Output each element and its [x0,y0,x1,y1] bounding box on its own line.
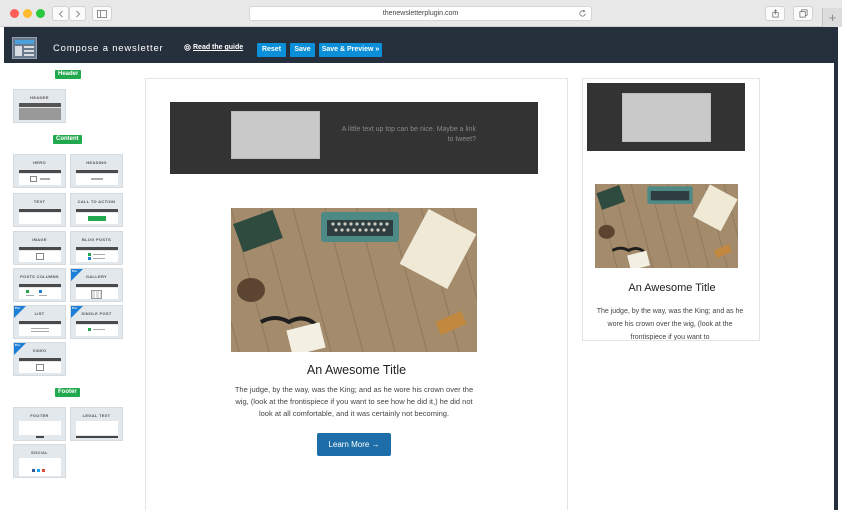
section-header-badge: Header [55,70,82,79]
block-text[interactable]: TEXT [13,193,66,227]
twitter-icon [37,469,40,472]
preview-title: An Awesome Title [628,282,716,294]
block-image[interactable]: IMAGE [13,231,66,265]
share-button[interactable] [765,6,785,21]
save-button[interactable]: Save [290,43,315,57]
block-call-to-action[interactable]: CALL TO ACTION [70,193,123,227]
email-header-block[interactable]: A little text up top can be nice. Maybe … [170,102,538,174]
forward-button[interactable] [69,6,86,21]
block-blog-posts[interactable]: BLOG POSTS [70,231,123,265]
tabs-overview-button[interactable] [793,6,813,21]
share-icon [771,9,779,18]
new-tab-button[interactable]: + [822,8,842,27]
chevron-right-icon [75,10,80,17]
composer-toolbar: Compose a newsletter Read the guide Rese… [4,27,838,63]
facebook-icon [32,469,35,472]
pro-badge: Pro [71,269,83,281]
chevron-left-icon [58,10,63,17]
minimize-window-button[interactable] [23,9,32,18]
logo-placeholder[interactable] [231,111,320,159]
block-label: FOOTER [30,413,49,418]
hero-image[interactable] [231,208,477,352]
lifebuoy-icon [184,44,191,51]
block-header[interactable]: HEADER [13,89,66,123]
blocks-sidebar: Header HEADER Content HERO HEADING TEXT … [4,63,141,510]
read-guide-link[interactable]: Read the guide [184,44,243,51]
section-content-badge: Content [53,135,82,144]
pro-badge: Pro [14,343,26,355]
block-label: HEADING [86,160,107,165]
browser-chrome: thenewsletterplugin.com + [0,0,842,27]
address-bar[interactable]: thenewsletterplugin.com [249,6,592,21]
back-button[interactable] [52,6,69,21]
block-label: HERO [33,160,46,165]
block-posts-columns[interactable]: POSTS COLUMNS [13,268,66,302]
block-footer[interactable]: FOOTER [13,407,66,441]
sidebar-toggle-button[interactable] [92,6,112,21]
block-label: CALL TO ACTION [77,199,116,204]
block-label: POSTS COLUMNS [20,274,59,279]
email-body-text: The judge, by the way, was the King; and… [234,385,474,419]
block-single-post[interactable]: SINGLE POST Pro [70,305,123,339]
tabs-icon [799,9,807,18]
preview-logo-placeholder [622,93,711,142]
preview-header-block [587,83,745,151]
block-hero[interactable]: HERO [13,154,66,188]
block-social[interactable]: SOCIAL [13,444,66,478]
pro-badge: Pro [14,306,26,318]
block-label: TEXT [33,199,46,204]
block-label: HEADER [30,95,49,100]
block-heading[interactable]: HEADING [70,154,123,188]
block-legal-text[interactable]: LEGAL TEXT [70,407,123,441]
video-icon [36,364,44,371]
block-label: IMAGE [32,237,47,242]
google-plus-icon [42,469,45,472]
save-preview-button[interactable]: Save & Preview » [319,43,382,57]
block-video[interactable]: VIDEO Pro [13,342,66,376]
email-title: An Awesome Title [306,363,407,377]
sidebar-icon [97,9,107,18]
pro-badge: Pro [71,306,83,318]
image-icon [36,253,44,260]
learn-more-button[interactable]: Learn More → [317,433,391,456]
image-icon [30,176,37,182]
read-guide-label: Read the guide [193,44,244,51]
header-text: A little text up top can be nice. Maybe … [341,126,476,143]
close-window-button[interactable] [10,9,19,18]
block-label: SOCIAL [31,450,48,455]
block-label: LEGAL TEXT [82,413,111,418]
preview-body-text: The judge, by the way, was the King; and… [596,308,744,341]
zoom-window-button[interactable] [36,9,45,18]
newsletter-logo-icon [12,37,37,59]
block-gallery[interactable]: GALLERY Pro [70,268,123,302]
block-list[interactable]: LIST Pro [13,305,66,339]
preview-hero-image [595,184,738,268]
reload-icon[interactable] [578,9,587,18]
section-footer-badge: Footer [55,388,80,397]
reset-button[interactable]: Reset [257,43,286,57]
page-title: Compose a newsletter [53,43,164,54]
block-label: BLOG POSTS [81,237,112,242]
url-text: thenewsletterplugin.com [382,10,459,17]
email-preview-panel: An Awesome Title The judge, by the way, … [582,78,760,341]
